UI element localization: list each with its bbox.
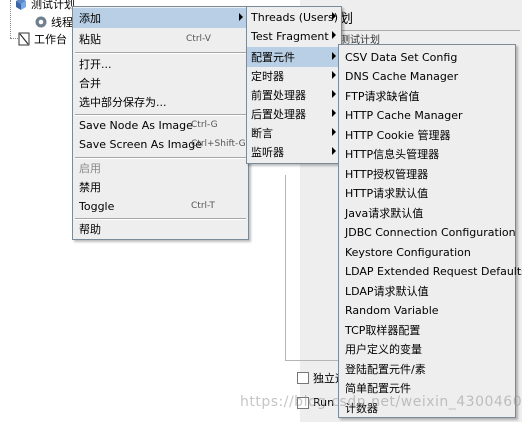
menu-item-ldap-request-defaults[interactable]: LDAP请求默认值 <box>339 281 515 301</box>
menu-item-listener[interactable]: 监听器 <box>247 142 341 162</box>
submenu-arrow-icon <box>332 128 336 136</box>
test-plan-icon <box>16 0 26 10</box>
context-menu: 添加 粘贴 Ctrl-V 打开... 合并 选中部分保存为... Save No… <box>72 6 249 240</box>
tree-label-thread-group: 线程 <box>51 16 73 29</box>
menu-item-open[interactable]: 打开... <box>73 54 248 74</box>
menu-item-jdbc-connection-config[interactable]: JDBC Connection Configuration <box>339 222 516 242</box>
watermark-text: https://blog.csdn.net/weixin_43004606 <box>240 394 522 410</box>
menu-item-threads-users[interactable]: Threads (Users) <box>247 7 341 27</box>
submenu-arrow-icon <box>332 52 336 60</box>
tree-label-test-plan: 测试计划 <box>31 0 75 11</box>
shortcut-text: Ctrl-V <box>186 34 211 44</box>
menu-item-ldap-extended-request-defaults[interactable]: LDAP Extended Request Defaults <box>339 261 522 281</box>
menu-item-http-header-manager[interactable]: HTTP信息头管理器 <box>339 144 515 164</box>
submenu-arrow-icon <box>332 31 336 39</box>
menu-item-help[interactable]: 帮助 <box>73 219 248 239</box>
submenu-arrow-icon <box>332 147 336 155</box>
submenu-arrow-icon <box>332 12 336 20</box>
tree-node-workbench[interactable]: 工作台 <box>18 31 67 47</box>
menu-item-dns-cache-manager[interactable]: DNS Cache Manager <box>339 66 515 86</box>
menu-item-post-processor[interactable]: 后置处理器 <box>247 104 341 124</box>
menu-item-add[interactable]: 添加 <box>73 8 248 28</box>
gear-icon <box>35 16 47 28</box>
menu-item-http-request-defaults[interactable]: HTTP请求默认值 <box>339 183 515 203</box>
menu-item-save-node-as-image[interactable]: Save Node As Image Ctrl-G <box>73 115 248 135</box>
tree-node-test-plan[interactable]: 测试计划 <box>14 0 75 12</box>
menu-item-login-config-element[interactable]: 登陆配置元件/素 <box>339 359 515 379</box>
menu-item-toggle[interactable]: Toggle Ctrl-T <box>73 196 248 216</box>
menu-item-disable[interactable]: 禁用 <box>73 177 248 197</box>
menu-item-test-fragment[interactable]: Test Fragment <box>247 26 341 46</box>
menu-item-save-screen-as-image[interactable]: Save Screen As Image Ctrl+Shift-G <box>73 134 248 154</box>
add-submenu: Threads (Users) Test Fragment 配置元件 定时器 前… <box>246 6 342 164</box>
tree-node-thread-group[interactable]: 线程 <box>34 14 73 30</box>
submenu-arrow-icon <box>239 13 243 21</box>
menu-item-http-cookie-manager[interactable]: HTTP Cookie 管理器 <box>339 125 515 145</box>
panel-group-box <box>285 175 346 361</box>
menu-item-keystore-config[interactable]: Keystore Configuration <box>339 242 515 262</box>
shortcut-text: Ctrl-G <box>191 120 218 130</box>
menu-item-pre-processor[interactable]: 前置处理器 <box>247 85 341 105</box>
checkbox-box[interactable] <box>297 372 309 384</box>
menu-item-paste[interactable]: 粘贴 Ctrl-V <box>73 29 248 49</box>
menu-item-http-cache-manager[interactable]: HTTP Cache Manager <box>339 105 515 125</box>
menu-item-timer[interactable]: 定时器 <box>247 66 341 86</box>
shortcut-text: Ctrl+Shift-G <box>191 139 246 149</box>
submenu-arrow-icon <box>332 71 336 79</box>
tree-label-workbench: 工作台 <box>34 33 67 46</box>
tree-connector <box>10 38 18 39</box>
submenu-arrow-icon <box>332 109 336 117</box>
menu-item-user-defined-variables[interactable]: 用户定义的变量 <box>339 339 515 359</box>
config-element-submenu: CSV Data Set Config DNS Cache Manager FT… <box>338 44 522 418</box>
shortcut-text: Ctrl-T <box>191 201 215 211</box>
menu-item-random-variable[interactable]: Random Variable <box>339 300 515 320</box>
menu-item-enable: 启用 <box>79 162 101 175</box>
menu-item-save-selection-as[interactable]: 选中部分保存为... <box>73 92 248 112</box>
menu-item-config-element[interactable]: 配置元件 <box>247 47 341 67</box>
workbench-icon <box>18 32 30 46</box>
submenu-arrow-icon <box>332 90 336 98</box>
menu-item-http-auth-manager[interactable]: HTTP授权管理器 <box>339 164 515 184</box>
menu-item-merge[interactable]: 合并 <box>73 73 248 93</box>
menu-item-assertion[interactable]: 断言 <box>247 123 341 143</box>
panel-name-field[interactable]: 测试计划 <box>340 30 520 46</box>
menu-item-java-request-defaults[interactable]: Java请求默认值 <box>339 203 515 223</box>
tree-connector <box>10 0 11 38</box>
menu-item-tcp-sampler-config[interactable]: TCP取样器配置 <box>339 320 515 340</box>
menu-item-csv-data-set-config[interactable]: CSV Data Set Config <box>339 47 515 67</box>
menu-item-ftp-request-defaults[interactable]: FTP请求缺省值 <box>339 86 515 106</box>
